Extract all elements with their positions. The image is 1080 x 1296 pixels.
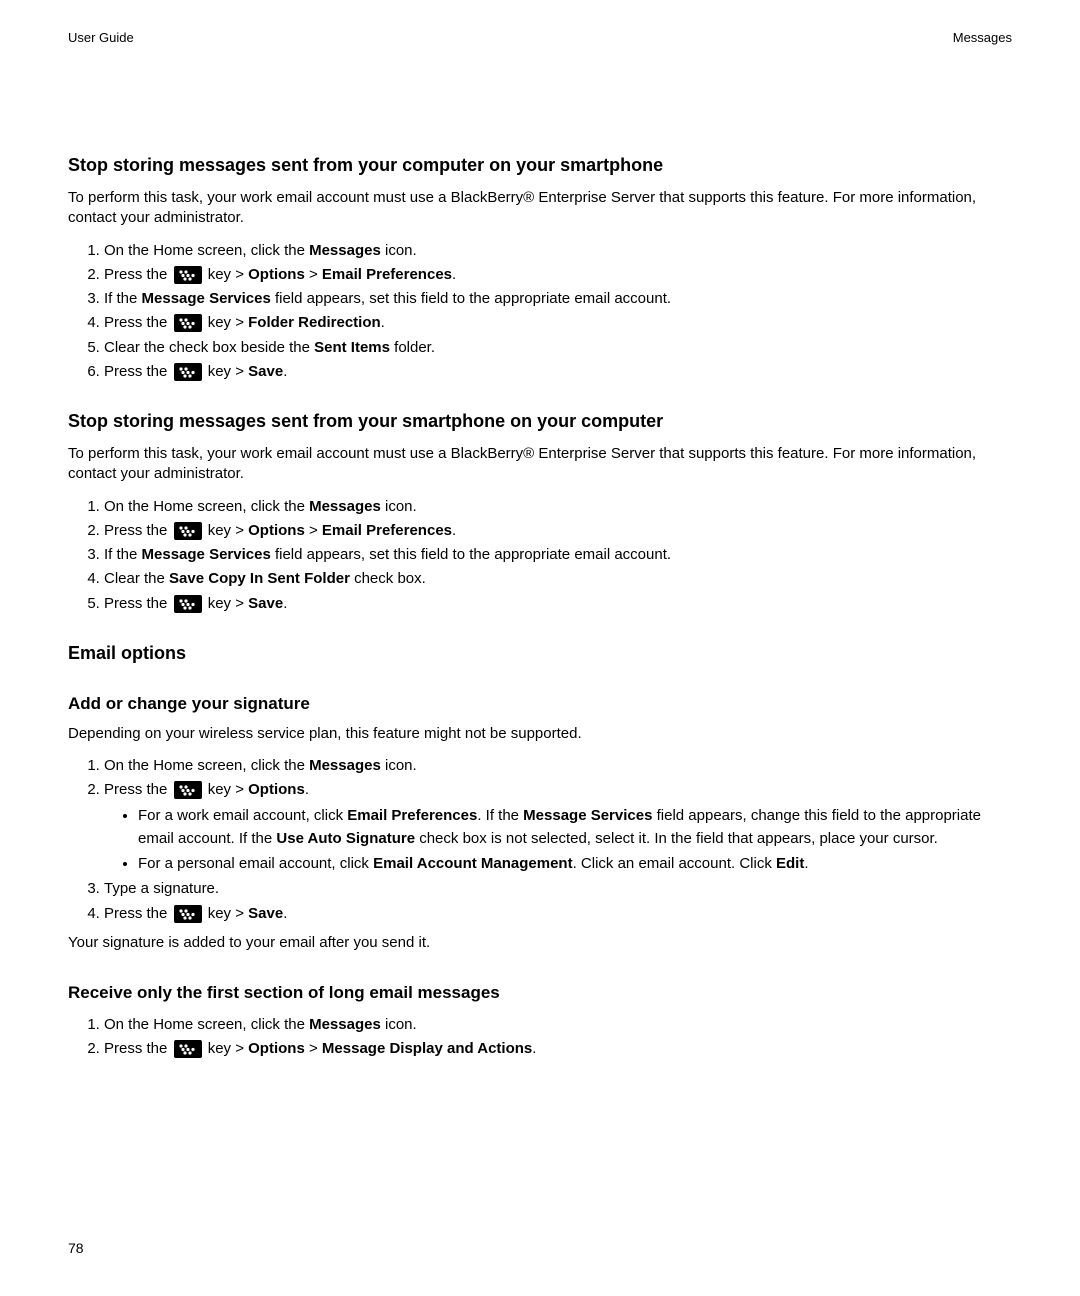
- page-number: 78: [68, 1240, 84, 1256]
- list-item: If the Message Services field appears, s…: [104, 287, 1012, 310]
- section4-after: Your signature is added to your email af…: [68, 933, 1012, 953]
- list-item: Press the key > Options > Message Displa…: [104, 1037, 1012, 1060]
- list-item: Press the key > Save.: [104, 360, 1012, 383]
- section2-intro: To perform this task, your work email ac…: [68, 444, 1012, 485]
- header-left: User Guide: [68, 30, 134, 45]
- list-item: Press the key > Options > Email Preferen…: [104, 519, 1012, 542]
- section3-title: Email options: [68, 643, 1012, 664]
- section1-title: Stop storing messages sent from your com…: [68, 155, 1012, 176]
- list-item: Press the key > Save.: [104, 902, 1012, 925]
- section5-steps: On the Home screen, click the Messages i…: [68, 1013, 1012, 1061]
- list-item: On the Home screen, click the Messages i…: [104, 754, 1012, 777]
- list-item: For a personal email account, click Emai…: [138, 852, 1012, 875]
- blackberry-menu-key-icon: [174, 522, 202, 540]
- blackberry-menu-key-icon: [174, 363, 202, 381]
- list-item: Press the key > Folder Redirection.: [104, 311, 1012, 334]
- list-item: On the Home screen, click the Messages i…: [104, 495, 1012, 518]
- list-item: Press the key > Save.: [104, 592, 1012, 615]
- list-item: Press the key > Options. For a work emai…: [104, 778, 1012, 875]
- section1-intro: To perform this task, your work email ac…: [68, 188, 1012, 229]
- list-item: Clear the check box beside the Sent Item…: [104, 336, 1012, 359]
- blackberry-menu-key-icon: [174, 905, 202, 923]
- list-item: Press the key > Options > Email Preferen…: [104, 263, 1012, 286]
- list-item: On the Home screen, click the Messages i…: [104, 1013, 1012, 1036]
- section1-steps: On the Home screen, click the Messages i…: [68, 239, 1012, 384]
- section4-steps: On the Home screen, click the Messages i…: [68, 754, 1012, 925]
- blackberry-menu-key-icon: [174, 266, 202, 284]
- list-item: On the Home screen, click the Messages i…: [104, 239, 1012, 262]
- blackberry-menu-key-icon: [174, 595, 202, 613]
- section4-title: Add or change your signature: [68, 694, 1012, 714]
- section2-steps: On the Home screen, click the Messages i…: [68, 495, 1012, 615]
- blackberry-menu-key-icon: [174, 1040, 202, 1058]
- list-item: For a work email account, click Email Pr…: [138, 804, 1012, 851]
- blackberry-menu-key-icon: [174, 314, 202, 332]
- section4-intro: Depending on your wireless service plan,…: [68, 724, 1012, 744]
- page-header: User Guide Messages: [68, 30, 1012, 45]
- header-right: Messages: [953, 30, 1012, 45]
- list-item: If the Message Services field appears, s…: [104, 543, 1012, 566]
- list-item: Type a signature.: [104, 877, 1012, 900]
- blackberry-menu-key-icon: [174, 781, 202, 799]
- section2-title: Stop storing messages sent from your sma…: [68, 411, 1012, 432]
- section5-title: Receive only the first section of long e…: [68, 983, 1012, 1003]
- list-item: Clear the Save Copy In Sent Folder check…: [104, 567, 1012, 590]
- section4-sublist: For a work email account, click Email Pr…: [104, 804, 1012, 876]
